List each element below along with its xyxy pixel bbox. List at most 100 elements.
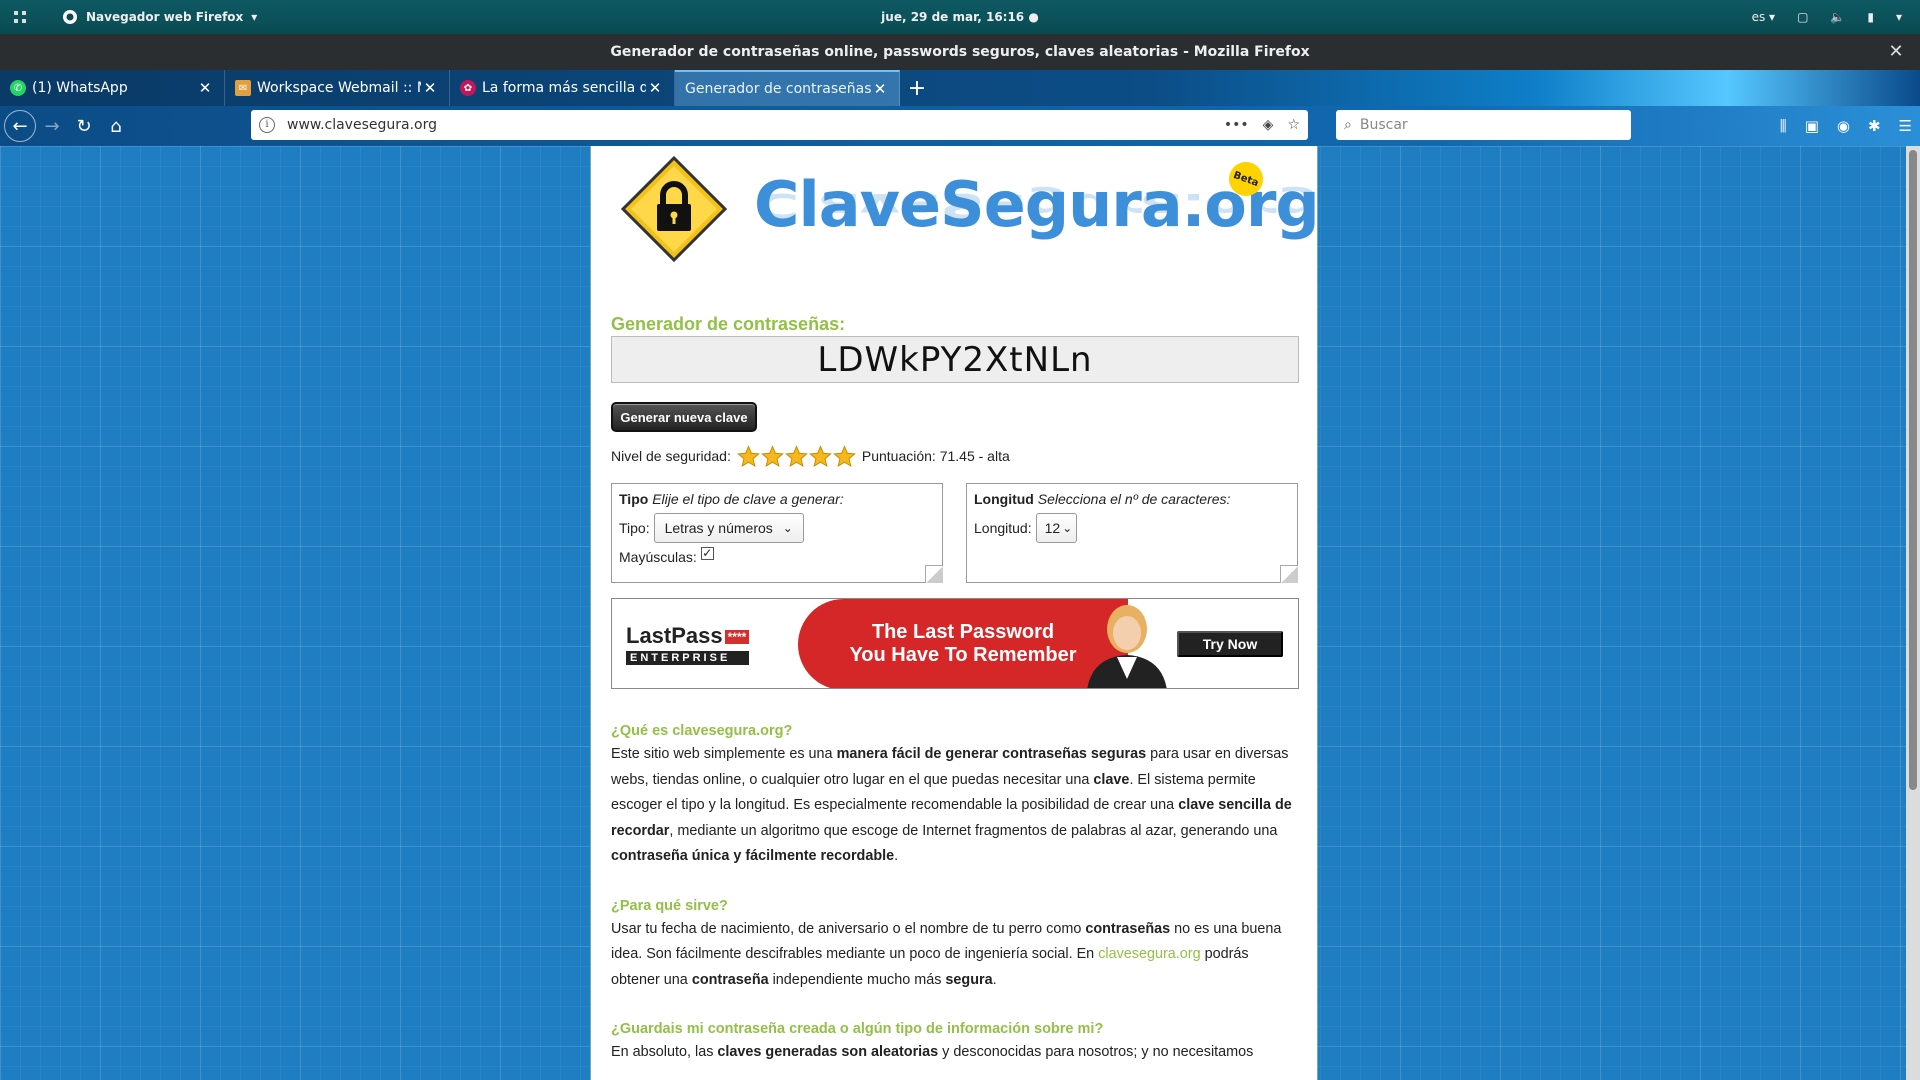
extension-icon[interactable]: ◉ [1837,117,1850,135]
reload-icon[interactable]: ↻ [68,110,100,142]
tab-forma-sencilla[interactable]: ✿ La forma más sencilla de ✕ [450,70,675,106]
length-options-box: Longitud Selecciona el nº de caracteres:… [966,483,1298,583]
chevron-down-icon[interactable]: ▾ [1896,10,1902,24]
window-title-bar: Generador de contraseñas online, passwor… [0,34,1920,70]
ad-brand-sub: ENTERPRISE [626,651,750,665]
section-title-privacy: ¿Guardais mi contraseña creada o algún t… [611,1021,1104,1037]
clock: jue, 29 de mar, 16:16 ● [0,10,1920,24]
close-tab-icon[interactable]: ✕ [421,79,439,97]
generated-password-field[interactable]: LDWkPY2XtNLn [611,336,1299,383]
tab-label: Workspace Webmail :: M [257,80,421,96]
section-text-what: Este sitio web simplemente es una manera… [611,742,1301,870]
tab-webmail[interactable]: ✉ Workspace Webmail :: M ✕ [225,70,450,106]
length-box-subtitle: Selecciona el nº de caracteres: [1037,491,1231,507]
length-box-title: Longitud [974,491,1034,507]
tab-label: Generador de contraseñas o [685,81,871,97]
notification-dot-icon: ● [1024,10,1039,24]
close-tab-icon[interactable]: ✕ [871,80,889,98]
section-text-purpose: Usar tu fecha de nacimiento, de aniversa… [611,917,1301,994]
section-title-what: ¿Qué es clavesegura.org? [611,723,793,739]
type-label: Tipo: [619,520,650,536]
app-menu[interactable]: Navegador web Firefox ▾ [62,9,257,25]
language-indicator[interactable]: es ▾ [1752,10,1775,24]
section-title-purpose: ¿Para qué sirve? [611,897,728,914]
screen-icon[interactable]: ▢ [1797,10,1808,24]
toolbar-icons: ⫼ ▣ ◉ ✱ ☰ [1780,106,1912,146]
length-row: Longitud: 12 ⌄ [974,513,1290,543]
tab-generador[interactable]: Generador de contraseñas o ✕ [675,70,900,106]
addon-icon[interactable]: ✱ [1868,117,1881,135]
page-fold-corner [1280,565,1298,583]
text-span: y desconocidas para nosotros; y no neces… [938,1044,1254,1060]
pocket-icon[interactable]: ◈ [1263,117,1274,133]
page-fold-corner [925,565,943,583]
clavesegura-link[interactable]: clavesegura.org [1098,946,1200,962]
window-close-icon[interactable]: ✕ [1886,42,1906,62]
text-span: independiente mucho más [768,971,946,988]
page-content: ClaveSegura.org ClaveSegura.org Beta Gen… [590,146,1320,1080]
page-scrollbar[interactable] [1906,146,1920,1080]
uppercase-row: Mayúsculas: ✓ [619,546,935,565]
tab-label: (1) WhatsApp [32,80,128,96]
star-icon [832,444,856,467]
uppercase-label: Mayúsculas: [619,549,697,565]
scrollbar-thumb[interactable] [1909,150,1917,790]
forward-arrow-icon[interactable]: → [36,110,68,142]
library-icon[interactable]: ⫼ [1780,117,1787,135]
lastpass-logo: LastPass **** ENTERPRISE [626,623,750,665]
more-actions-icon[interactable]: ••• [1224,117,1249,133]
bold-span: clave [1093,771,1130,788]
app-menu-label: Navegador web Firefox [86,10,244,24]
section-text-privacy: En absoluto, las claves generadas son al… [611,1040,1301,1066]
bookmark-star-icon[interactable]: ☆ [1287,117,1300,133]
length-select[interactable]: 12 ⌄ [1035,513,1078,543]
whatsapp-icon: ✆ [10,80,26,96]
new-tab-icon[interactable]: + [900,70,934,106]
webmail-icon: ✉ [235,80,251,96]
text-span: . [894,848,899,864]
type-row: Tipo: Letras y números ⌄ [619,513,935,543]
close-tab-icon[interactable]: ✕ [646,79,664,97]
lastpass-ad-banner[interactable]: LastPass **** ENTERPRISE The Last Passwor… [611,598,1299,689]
tab-whatsapp[interactable]: ✆ (1) WhatsApp ✕ [0,70,225,106]
star-icon [736,444,760,467]
bold-span: contraseñas [1085,920,1171,937]
length-select-value: 12 [1044,520,1061,536]
bold-span: contraseña [691,971,769,988]
bold-span: manera fácil de generar contraseñas segu… [836,746,1147,762]
close-tab-icon[interactable]: ✕ [196,79,214,97]
url-actions: ••• ◈ ☆ [1224,117,1300,133]
type-options-box: Tipo Elije el tipo de clave a generar: T… [611,483,943,583]
security-level: Nivel de seguridad: Puntuación: 71.45 - … [611,443,1010,469]
site-logo-icon: ✿ [460,80,476,96]
text-span: , mediante un algoritmo que escoge de In… [669,822,1278,839]
search-input[interactable]: ⌕ Buscar [1336,110,1631,140]
navigation-toolbar: ← → ↻ ⌂ i www.clavesegura.org ••• ◈ ☆ ⌕ … [0,106,1920,146]
system-top-bar: Navegador web Firefox ▾ jue, 29 de mar, … [0,0,1920,34]
text-span: Usar tu fecha de nacimiento, de aniversa… [611,920,1086,937]
site-logo[interactable]: ClaveSegura.org ClaveSegura.org Beta [619,154,1320,284]
volume-icon[interactable]: 🔈 [1830,10,1845,24]
battery-icon[interactable]: ▮ [1867,10,1874,24]
try-now-button[interactable]: Try Now [1177,631,1283,657]
home-icon[interactable]: ⌂ [100,110,132,142]
type-box-header: Tipo Elije el tipo de clave a generar: [619,491,935,507]
generate-new-password-button[interactable]: Generar nueva clave [611,402,757,432]
url-bar[interactable]: i www.clavesegura.org ••• ◈ ☆ [251,110,1308,140]
bold-span: claves generadas son aleatorias [717,1044,939,1060]
info-icon[interactable]: i [259,117,275,133]
type-box-title: Tipo [619,491,649,507]
url-text[interactable]: www.clavesegura.org [287,117,1224,133]
activities-grid-icon[interactable] [0,0,40,34]
back-arrow-icon[interactable]: ← [4,110,36,142]
type-select[interactable]: Letras y números ⌄ [653,513,804,543]
generator-title: Generador de contraseñas: [611,314,846,334]
sidebar-icon[interactable]: ▣ [1805,117,1819,135]
ad-brand: LastPass [626,623,723,648]
hamburger-menu-icon[interactable]: ☰ [1899,117,1912,135]
text-span: Este sitio web simplemente es una [611,746,837,762]
firefox-icon [63,10,77,24]
clock-label[interactable]: jue, 29 de mar, 16:16 [881,10,1024,24]
padlock-warning-sign-icon [620,155,728,263]
uppercase-checkbox[interactable]: ✓ [700,546,714,560]
